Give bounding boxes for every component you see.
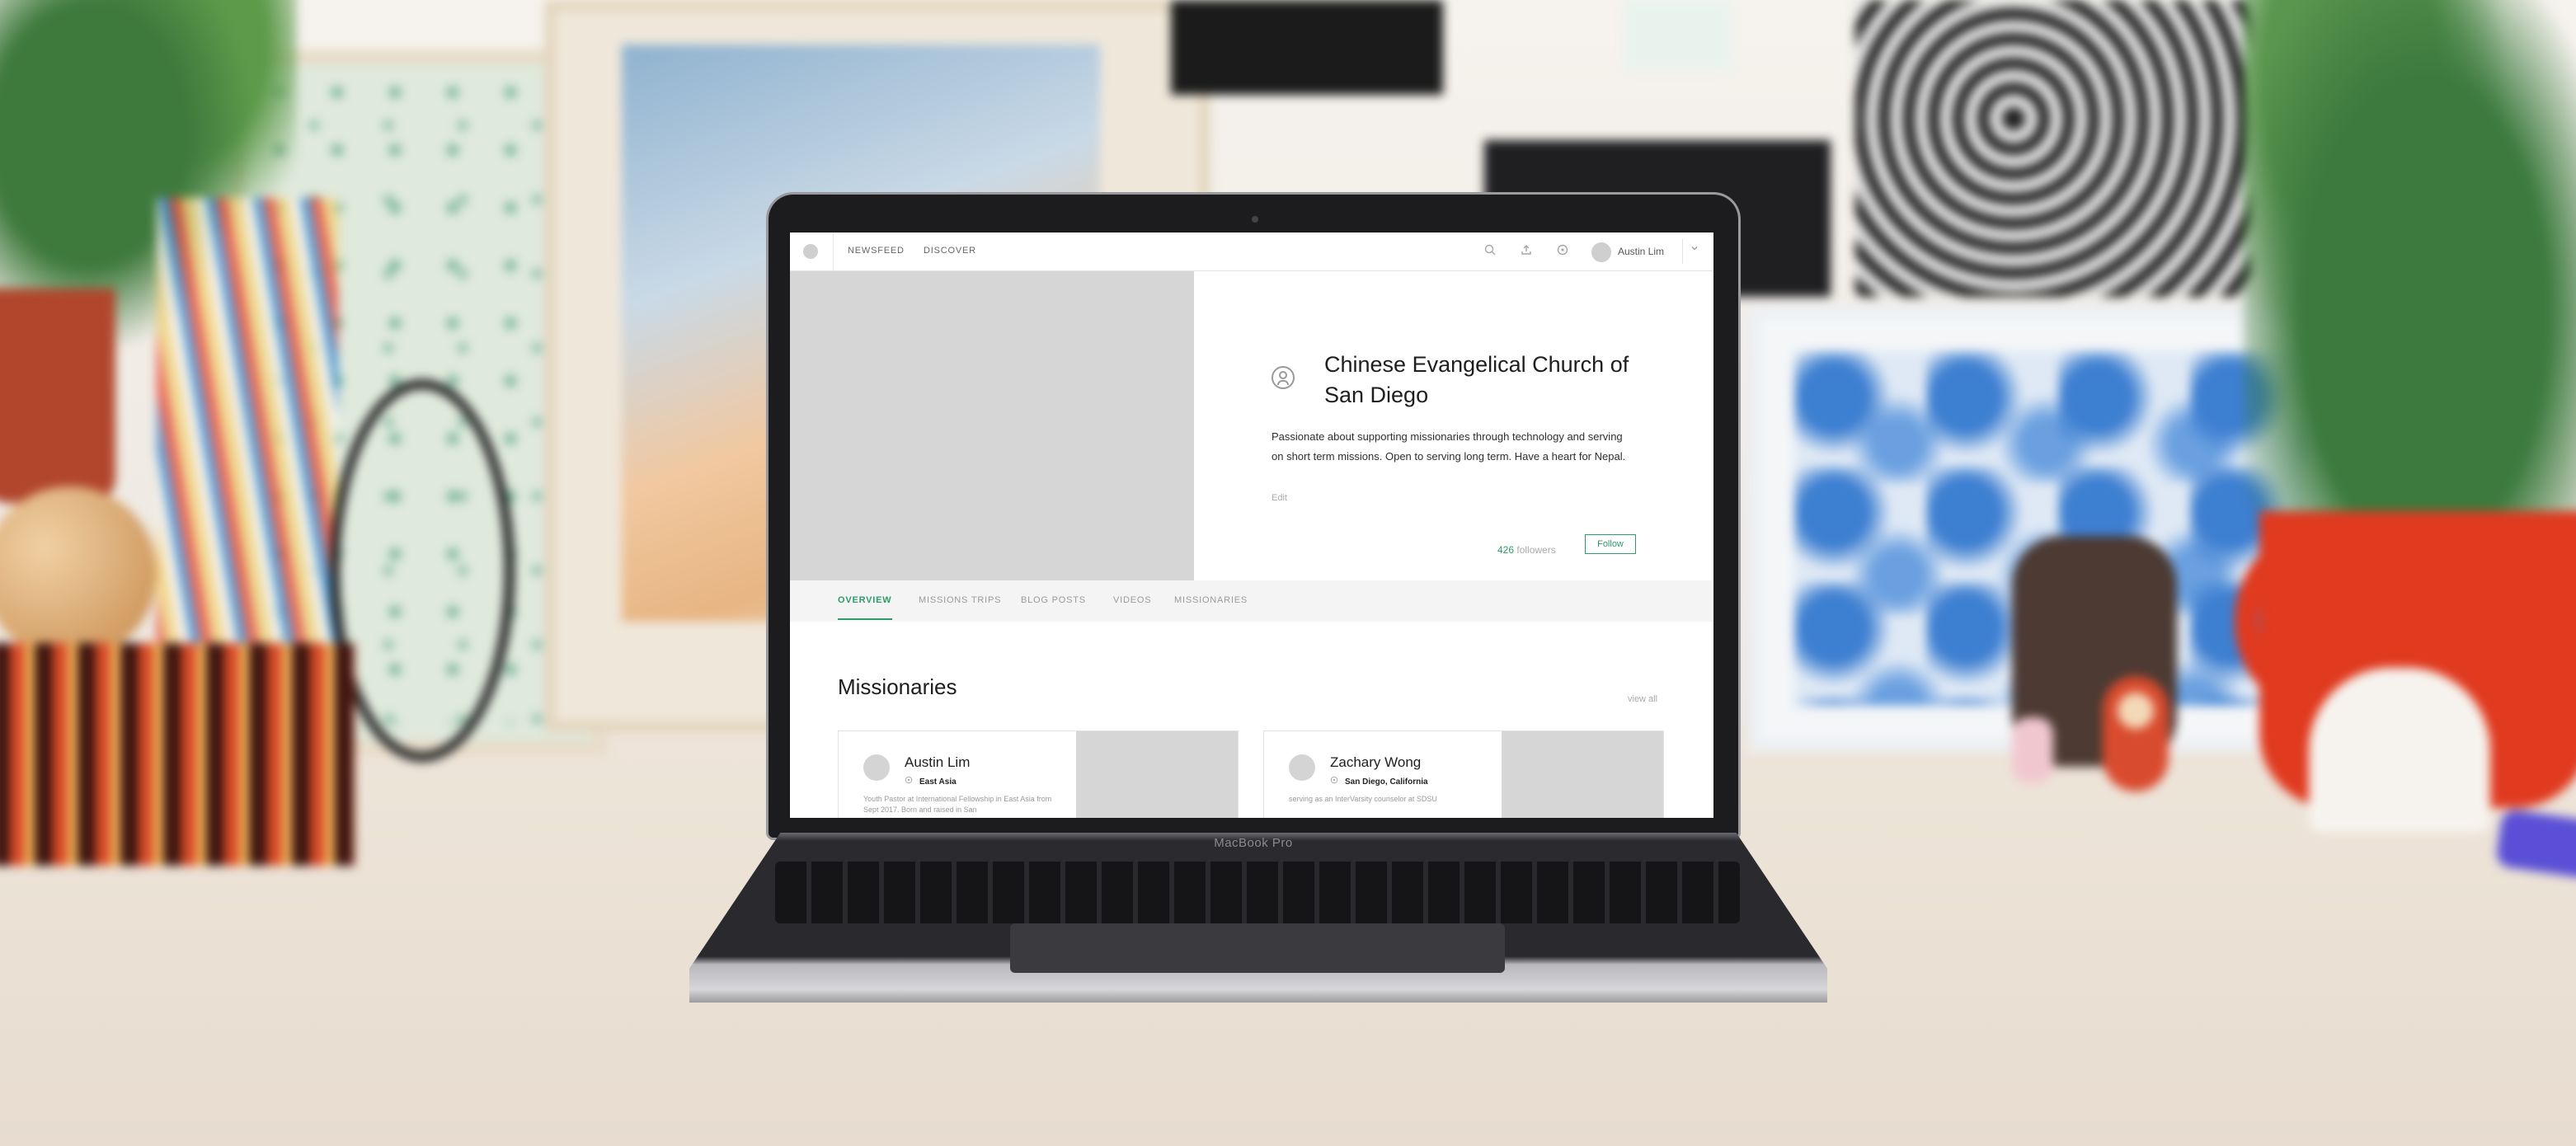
follow-button[interactable]: Follow xyxy=(1585,534,1636,554)
location-pin-icon xyxy=(905,776,913,788)
avatar xyxy=(863,754,890,781)
tab-videos[interactable]: VIDEOS xyxy=(1113,595,1151,605)
user-avatar[interactable] xyxy=(1591,242,1611,262)
upload-icon[interactable] xyxy=(1519,244,1534,259)
followers-number: 426 xyxy=(1497,544,1515,556)
missionary-card[interactable]: Zachary Wong San Diego, California servi… xyxy=(1263,730,1664,818)
light-print-top xyxy=(1624,0,1732,70)
compass-icon[interactable] xyxy=(1555,244,1570,259)
section-title: Missionaries xyxy=(838,674,957,699)
dark-print-top xyxy=(1171,0,1443,95)
profile-tabs: OVERVIEW MISSIONS TRIPS BLOG POSTS VIDEO… xyxy=(790,580,1713,622)
avatar xyxy=(1289,754,1315,781)
cover-image-placeholder xyxy=(790,271,1194,580)
patterned-boxes xyxy=(0,643,355,866)
edit-link[interactable]: Edit xyxy=(1272,493,1287,503)
nav-newsfeed[interactable]: NEWSFEED xyxy=(848,246,905,256)
search-icon[interactable] xyxy=(1483,244,1497,259)
user-menu-divider xyxy=(1682,239,1683,264)
left-pot xyxy=(0,289,115,503)
laptop-camera xyxy=(1252,216,1258,223)
nav-discover[interactable]: DISCOVER xyxy=(924,246,976,256)
active-tab-underline xyxy=(838,618,892,620)
missionary-name[interactable]: Zachary Wong xyxy=(1330,754,1421,771)
top-bar: NEWSFEED DISCOVER Austin Lim xyxy=(790,232,1713,271)
right-plant xyxy=(2243,0,2576,544)
laptop-keyboard xyxy=(775,862,1740,923)
tab-missions-trips[interactable]: MISSIONS TRIPS xyxy=(919,595,1001,605)
glasses xyxy=(330,379,515,762)
app-screen: NEWSFEED DISCOVER Austin Lim Chinese Eva… xyxy=(790,232,1713,818)
nesting-doll-face xyxy=(2118,693,2154,729)
card-image-placeholder xyxy=(1076,731,1238,818)
user-name[interactable]: Austin Lim xyxy=(1618,246,1664,257)
followers-label: followers xyxy=(1516,544,1556,556)
org-description: Passionate about supporting missionaries… xyxy=(1272,430,1626,463)
laptop-trackpad xyxy=(1010,923,1505,973)
white-bell xyxy=(2309,668,2490,833)
view-all-link[interactable]: view all xyxy=(1628,694,1657,704)
user-circle-icon xyxy=(1272,366,1295,389)
tab-missionaries[interactable]: MISSIONARIES xyxy=(1174,595,1248,605)
org-title: Chinese Evangelical Church of San Diego xyxy=(1324,352,1629,407)
missionary-name[interactable]: Austin Lim xyxy=(905,754,970,771)
missionary-location: San Diego, California xyxy=(1345,777,1428,787)
tab-blog-posts[interactable]: BLOG POSTS xyxy=(1021,595,1086,605)
tab-overview[interactable]: OVERVIEW xyxy=(838,595,892,605)
pencil-cup xyxy=(157,198,338,660)
location-pin-icon xyxy=(1330,776,1338,788)
missionary-bio: Youth Pastor at International Fellowship… xyxy=(863,795,1052,814)
chevron-down-icon[interactable] xyxy=(1690,244,1699,255)
black-white-print xyxy=(1855,0,2251,297)
app-logo[interactable] xyxy=(803,244,818,259)
topbar-divider xyxy=(833,232,834,270)
pink-bottle xyxy=(2012,717,2053,783)
missionary-location: East Asia xyxy=(919,777,957,787)
missionary-bio: serving as an InterVarsity counselor at … xyxy=(1289,795,1437,803)
card-image-placeholder xyxy=(1502,731,1663,818)
followers-count: 426 followers xyxy=(1497,544,1556,556)
missionary-card[interactable]: Austin Lim East Asia Youth Pastor at Int… xyxy=(838,730,1239,818)
laptop-brand-label: MacBook Pro xyxy=(1214,836,1293,850)
